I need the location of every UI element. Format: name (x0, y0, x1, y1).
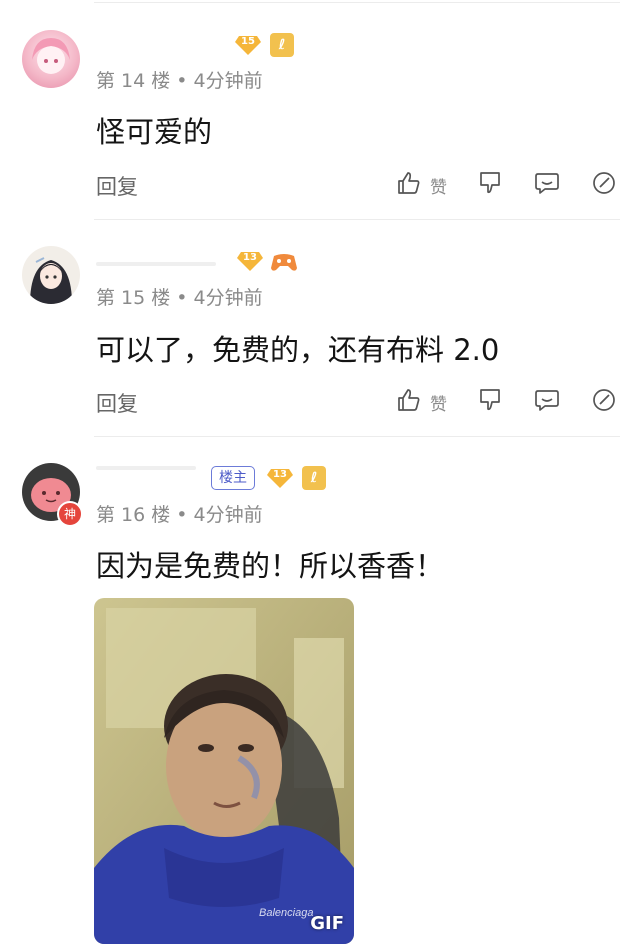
level-badge: 13 (236, 250, 264, 272)
comment-divider (94, 219, 620, 220)
gif-image[interactable]: Balenciaga GIF (94, 598, 354, 944)
comment-text: 怪可爱的 (96, 115, 213, 149)
avatar[interactable] (22, 30, 80, 88)
separator-dot: • (176, 287, 188, 309)
like-button[interactable]: 赞 (396, 387, 447, 417)
like-label: 赞 (430, 178, 447, 198)
username[interactable] (96, 262, 216, 266)
timestamp: 4分钟前 (193, 70, 263, 92)
separator-dot: • (176, 504, 188, 526)
comment-actions: 赞 (396, 170, 626, 200)
message-button[interactable] (534, 387, 560, 417)
gif-label: GIF (310, 913, 344, 934)
floor-meta: 第 15 楼 • 4分钟前 (96, 283, 263, 310)
thumbs-up-icon (398, 172, 420, 194)
comment-actions: 赞 (396, 387, 626, 417)
floor-number: 第 16 楼 (96, 504, 171, 526)
username[interactable] (96, 466, 196, 470)
game-controller-icon (270, 250, 298, 274)
share-button[interactable] (591, 170, 617, 200)
reply-button[interactable]: 回复 (96, 171, 138, 201)
owner-tag: 楼主 (211, 466, 255, 490)
comment-text: 因为是免费的！所以香香！ (96, 549, 445, 583)
floor-meta: 第 14 楼 • 4分钟前 (96, 66, 263, 93)
top-divider (94, 2, 620, 3)
timestamp: 4分钟前 (193, 504, 263, 526)
thumbs-down-icon (480, 172, 500, 194)
floor-number: 第 14 楼 (96, 70, 171, 92)
share-icon (593, 172, 615, 194)
floor-meta: 第 16 楼 • 4分钟前 (96, 500, 263, 527)
dislike-button[interactable] (478, 170, 504, 200)
comment-divider (94, 436, 620, 437)
special-badge-icon: ℓ (302, 466, 326, 490)
god-badge: 神 (57, 501, 83, 527)
message-icon (535, 390, 559, 411)
thumbs-down-icon (480, 389, 500, 411)
share-icon (593, 389, 615, 411)
share-button[interactable] (591, 387, 617, 417)
level-badge: 13 (266, 467, 294, 489)
thumbs-up-icon (398, 389, 420, 411)
separator-dot: • (176, 70, 188, 92)
message-button[interactable] (534, 170, 560, 200)
message-icon (535, 173, 559, 194)
special-badge-icon: ℓ (270, 33, 294, 57)
avatar[interactable] (22, 246, 80, 304)
dislike-button[interactable] (478, 387, 504, 417)
like-button[interactable]: 赞 (396, 170, 447, 200)
floor-number: 第 15 楼 (96, 287, 171, 309)
reply-button[interactable]: 回复 (96, 388, 138, 418)
svg-text:Balenciaga: Balenciaga (259, 907, 313, 919)
timestamp: 4分钟前 (193, 287, 263, 309)
like-label: 赞 (430, 395, 447, 415)
comment-text: 可以了，免费的，还有布料 2.0 (96, 333, 500, 367)
level-badge: 15 (234, 34, 262, 56)
